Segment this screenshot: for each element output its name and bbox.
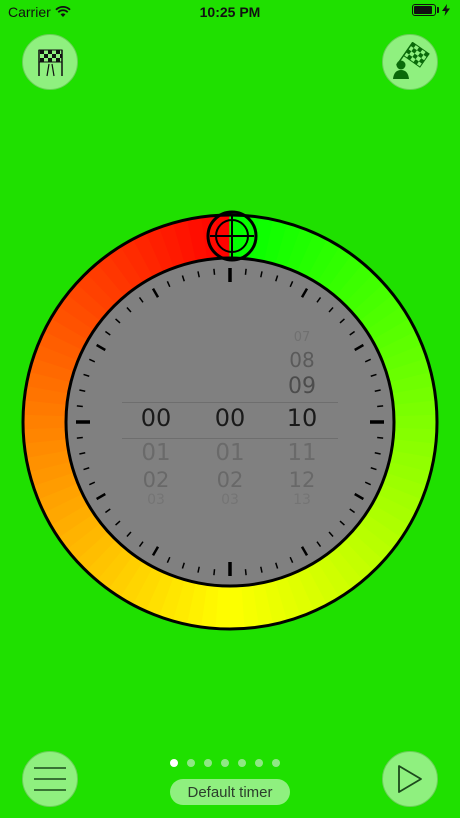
page-dot[interactable]	[187, 759, 195, 767]
seconds-selected: 10	[286, 404, 318, 432]
menu-button[interactable]	[22, 751, 78, 807]
minutes-selected: 00	[214, 404, 246, 432]
hours-option: 01	[141, 440, 171, 466]
page-dot[interactable]	[272, 759, 280, 767]
clock-tick	[244, 569, 247, 576]
clock-tick	[213, 268, 216, 275]
play-icon	[398, 765, 422, 793]
clock-tick	[377, 436, 384, 439]
page-dot[interactable]	[170, 759, 178, 767]
seconds-option: 08	[289, 348, 315, 372]
page-indicator[interactable]	[170, 759, 280, 767]
seconds-option: 07	[293, 330, 311, 345]
hamburger-menu-icon	[34, 767, 66, 791]
hours-option: 02	[142, 468, 170, 492]
page-dot[interactable]	[204, 759, 212, 767]
duration-picker[interactable]: 00 01 02 03 00 01 02 03 07 08 09 10 11 1…	[122, 330, 338, 510]
minutes-option: 02	[216, 468, 244, 492]
seconds-option: 13	[293, 492, 311, 508]
hours-column[interactable]: 00 01 02 03	[126, 330, 186, 510]
seconds-option: 11	[287, 440, 317, 466]
timer-profile-label[interactable]: Default timer	[170, 779, 290, 805]
crosshair-icon[interactable]	[206, 210, 258, 262]
page-dot[interactable]	[221, 759, 229, 767]
clock-tick	[244, 268, 247, 275]
clock-tick	[213, 569, 216, 576]
clock-tick	[76, 436, 83, 439]
page-dot[interactable]	[238, 759, 246, 767]
page-dot[interactable]	[255, 759, 263, 767]
clock-tick	[76, 405, 83, 408]
play-button[interactable]	[382, 751, 438, 807]
hours-option: 03	[147, 492, 165, 508]
minutes-option: 03	[221, 492, 239, 508]
clock-tick	[377, 405, 384, 408]
minutes-column[interactable]: 00 01 02 03	[200, 330, 260, 510]
seconds-option: 09	[288, 374, 316, 399]
hours-selected: 00	[140, 404, 172, 432]
seconds-option: 12	[288, 468, 316, 492]
minutes-option: 01	[215, 440, 245, 466]
seconds-column[interactable]: 07 08 09 10 11 12 13	[272, 330, 332, 510]
